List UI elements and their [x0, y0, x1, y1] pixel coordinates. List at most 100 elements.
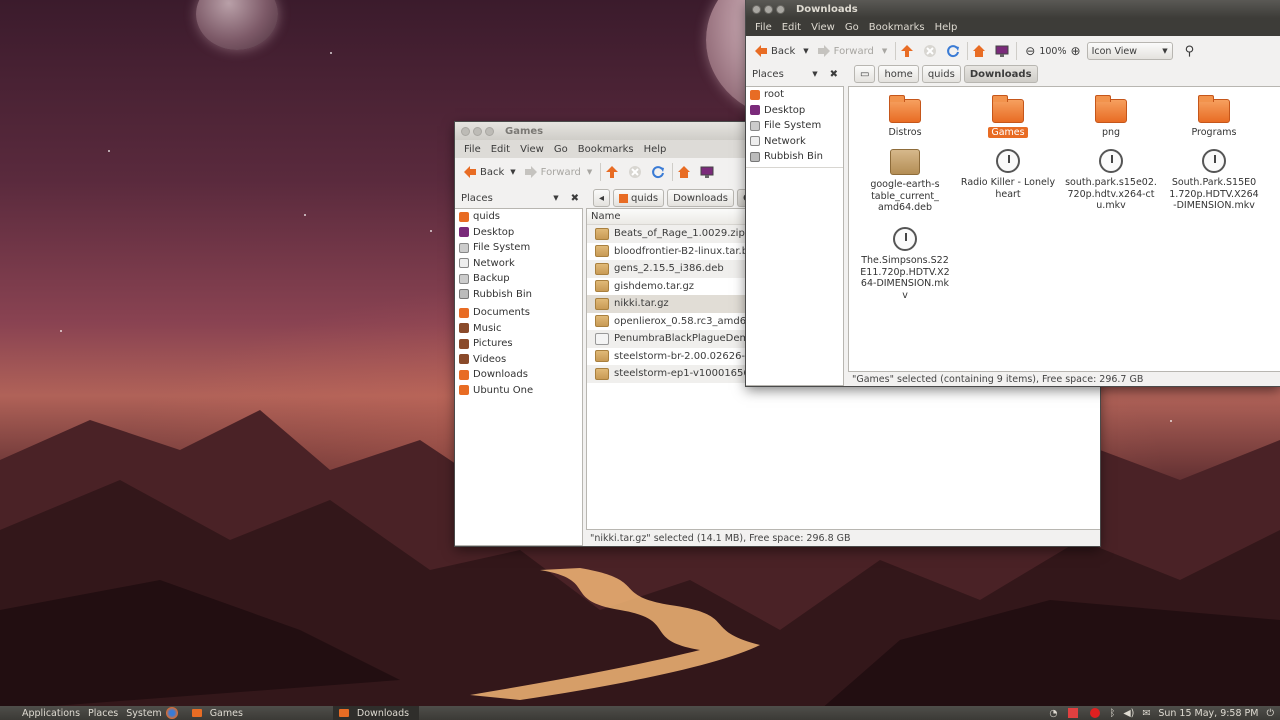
- chevron-down-icon[interactable]: ▼: [803, 47, 808, 55]
- menu-help[interactable]: Help: [930, 22, 963, 33]
- stop-icon[interactable]: [628, 165, 642, 179]
- file-row[interactable]: openlierox_0.58.rc3_amd64.c: [587, 313, 747, 331]
- search-icon[interactable]: ⚲: [1185, 44, 1195, 59]
- menu-view[interactable]: View: [806, 22, 840, 33]
- file-item-south-park-s15e02[interactable]: south.park.s15e02.720p.hdtv.x264-ctu.mkv: [1061, 149, 1161, 212]
- sidebar-item-rubbish-bin[interactable]: Rubbish Bin: [746, 149, 843, 165]
- file-row[interactable]: Beats_of_Rage_1.0029.zip: [587, 225, 747, 243]
- chevron-down-icon[interactable]: ▼: [587, 168, 592, 176]
- path-left-arrow[interactable]: ◂: [593, 189, 611, 207]
- file-item-google-earth[interactable]: google-earth-stable_current_amd64.deb: [855, 149, 955, 214]
- folder-item-programs[interactable]: Programs: [1164, 95, 1264, 139]
- sidebar-item-network[interactable]: Network: [455, 256, 582, 272]
- file-row[interactable]: PenumbraBlackPlagueDemo-: [587, 330, 747, 348]
- sidebar-item-music[interactable]: Music: [455, 321, 582, 337]
- downloads-titlebar[interactable]: Downloads: [746, 0, 1280, 18]
- folder-item-games-selected[interactable]: Games: [958, 95, 1058, 139]
- menu-edit[interactable]: Edit: [777, 22, 806, 33]
- places-menu[interactable]: Places: [84, 708, 122, 719]
- places-label[interactable]: Places: [461, 193, 493, 204]
- forward-button[interactable]: Forward ▼: [813, 40, 892, 62]
- chevron-down-icon[interactable]: ▼: [812, 70, 817, 78]
- alert-icon[interactable]: [1089, 708, 1100, 718]
- record-icon[interactable]: [1067, 708, 1078, 718]
- computer-icon[interactable]: [995, 44, 1009, 58]
- taskbar-item-downloads[interactable]: Downloads: [332, 706, 420, 720]
- back-button[interactable]: Back ▼: [459, 161, 520, 183]
- up-arrow-icon[interactable]: [900, 44, 914, 58]
- sidebar-item-root[interactable]: root: [746, 87, 843, 103]
- network-icon[interactable]: ◔: [1045, 708, 1061, 719]
- sidebar-item-quids[interactable]: quids: [455, 209, 582, 225]
- file-item-simpsons[interactable]: The.Simpsons.S22E11.720p.HDTV.X264-DIMEN…: [855, 227, 955, 301]
- folder-item-png[interactable]: png: [1061, 95, 1161, 139]
- path-crumb-quids[interactable]: quids: [613, 189, 665, 207]
- file-row[interactable]: steelstorm-br-2.00.02626-rele: [587, 348, 747, 366]
- up-arrow-icon[interactable]: [605, 165, 619, 179]
- view-mode-select[interactable]: Icon View ▼: [1086, 42, 1173, 60]
- chevron-down-icon[interactable]: ▼: [553, 194, 558, 202]
- sidebar-item-videos[interactable]: Videos: [455, 352, 582, 368]
- close-sidebar-icon[interactable]: ✖: [571, 193, 579, 204]
- mail-icon[interactable]: ✉: [1138, 708, 1154, 719]
- sidebar-item-desktop[interactable]: Desktop: [746, 103, 843, 119]
- chevron-down-icon[interactable]: ▼: [510, 168, 515, 176]
- menu-bookmarks[interactable]: Bookmarks: [573, 144, 639, 155]
- taskbar-item-games[interactable]: Games: [186, 706, 253, 720]
- file-row[interactable]: gishdemo.tar.gz: [587, 278, 747, 296]
- menu-file[interactable]: File: [459, 144, 486, 155]
- zoom-out-icon[interactable]: ⊖: [1025, 44, 1035, 58]
- reload-icon[interactable]: [946, 44, 960, 58]
- stop-icon[interactable]: [923, 44, 937, 58]
- file-row[interactable]: gens_2.15.5_i386.deb: [587, 260, 747, 278]
- clock[interactable]: Sun 15 May, 9:58 PM: [1154, 708, 1262, 719]
- bluetooth-icon[interactable]: ᛒ: [1106, 708, 1120, 719]
- path-crumb-home[interactable]: home: [878, 65, 919, 83]
- minimize-icon[interactable]: [473, 126, 482, 136]
- menu-bookmarks[interactable]: Bookmarks: [864, 22, 930, 33]
- system-menu[interactable]: System: [122, 708, 165, 719]
- sidebar-item-file-system[interactable]: File System: [455, 240, 582, 256]
- menu-view[interactable]: View: [515, 144, 549, 155]
- chevron-down-icon[interactable]: ▼: [882, 47, 887, 55]
- back-button[interactable]: Back ▼: [750, 40, 813, 62]
- sidebar-item-network[interactable]: Network: [746, 134, 843, 150]
- zoom-in-icon[interactable]: ⊕: [1071, 44, 1081, 58]
- applications-menu[interactable]: Applications: [0, 708, 84, 719]
- sidebar-item-backup[interactable]: Backup: [455, 271, 582, 287]
- menu-edit[interactable]: Edit: [486, 144, 515, 155]
- home-icon[interactable]: [677, 165, 691, 179]
- maximize-icon[interactable]: [485, 126, 494, 136]
- path-crumb-downloads[interactable]: Downloads: [667, 189, 734, 207]
- volume-icon[interactable]: ◀): [1119, 708, 1138, 719]
- minimize-icon[interactable]: [764, 4, 773, 14]
- sidebar-item-pictures[interactable]: Pictures: [455, 336, 582, 352]
- menu-help[interactable]: Help: [639, 144, 672, 155]
- computer-icon[interactable]: [700, 165, 714, 179]
- close-sidebar-icon[interactable]: ✖: [830, 69, 838, 80]
- path-toggle-icon[interactable]: ▭: [854, 65, 876, 83]
- sidebar-item-downloads[interactable]: Downloads: [455, 367, 582, 383]
- path-crumb-quids[interactable]: quids: [921, 65, 961, 83]
- forward-button[interactable]: Forward ▼: [520, 161, 597, 183]
- path-crumb-downloads[interactable]: Downloads: [963, 65, 1038, 83]
- maximize-icon[interactable]: [776, 4, 785, 14]
- zoom-level[interactable]: 100%: [1039, 46, 1066, 57]
- menu-go[interactable]: Go: [840, 22, 864, 33]
- power-icon[interactable]: ⏻: [1262, 708, 1280, 719]
- firefox-icon[interactable]: [165, 707, 178, 719]
- file-row-selected[interactable]: nikki.tar.gz: [587, 295, 747, 313]
- folder-item-distros[interactable]: Distros: [855, 95, 955, 139]
- reload-icon[interactable]: [651, 165, 665, 179]
- sidebar-item-documents[interactable]: Documents: [455, 305, 582, 321]
- menu-go[interactable]: Go: [549, 144, 573, 155]
- sidebar-item-desktop[interactable]: Desktop: [455, 225, 582, 241]
- file-item-south-park-s15e01[interactable]: South.Park.S15E01.720p.HDTV.X264-DIMENSI…: [1164, 149, 1264, 212]
- home-icon[interactable]: [972, 44, 986, 58]
- file-row[interactable]: steelstorm-ep1-v10001656.ta: [587, 365, 747, 383]
- sidebar-item-rubbish-bin[interactable]: Rubbish Bin: [455, 287, 582, 303]
- close-icon[interactable]: [752, 4, 761, 14]
- places-label[interactable]: Places: [752, 69, 784, 80]
- sidebar-item-ubuntu-one[interactable]: Ubuntu One: [455, 383, 582, 399]
- menu-file[interactable]: File: [750, 22, 777, 33]
